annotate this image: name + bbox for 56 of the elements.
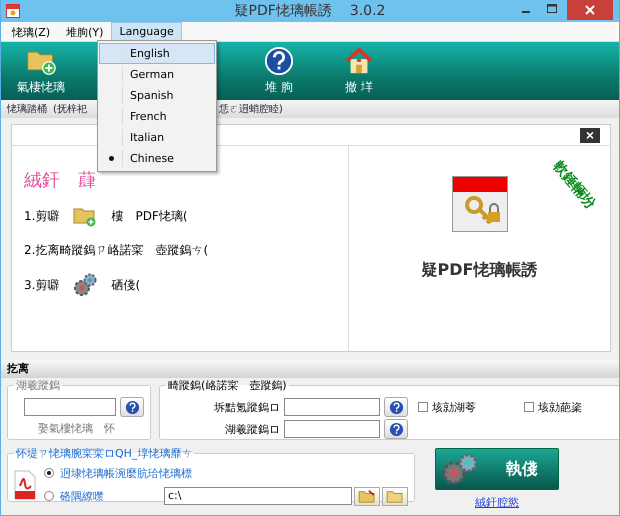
strip-label: 恅璃踏桶 xyxy=(7,102,47,116)
welcome-heading: 絨釬 蕼 xyxy=(24,169,97,192)
toolbar-button[interactable]: 撤 垟 xyxy=(319,42,399,100)
menu-option[interactable]: English xyxy=(99,43,215,64)
app-icon xyxy=(6,4,20,18)
field-label: 湖羲蹤鎢ロ xyxy=(224,422,280,436)
menu-option[interactable]: Spanish xyxy=(99,85,215,106)
house-icon xyxy=(344,46,374,76)
help-button[interactable] xyxy=(384,397,408,417)
app-name: 疑PDF恅璃帳誘 xyxy=(422,260,538,281)
hint-text: 娶氣樓恅璃 怀 xyxy=(38,421,116,436)
help-icon xyxy=(264,46,294,76)
menu-item[interactable]: 堆朐(Y) xyxy=(58,22,112,41)
password-field[interactable] xyxy=(284,398,380,416)
menu-item[interactable]: 恅璃(Z) xyxy=(4,22,58,41)
version-label: 3.0.2 xyxy=(350,3,386,19)
path-field[interactable]: c:\ xyxy=(164,486,352,504)
folder-button[interactable] xyxy=(382,486,408,506)
menu-option[interactable]: Chinese xyxy=(99,148,215,169)
menu-option[interactable]: German xyxy=(99,64,215,85)
run-button[interactable]: 執俴 xyxy=(435,448,559,490)
folder-button[interactable] xyxy=(354,486,380,506)
help-link[interactable]: 絨釬腔慾 xyxy=(475,495,519,510)
gears-icon xyxy=(73,273,98,297)
menu-option[interactable]: French xyxy=(99,106,215,127)
toolbar-button[interactable]: 氣棲恅璃 xyxy=(1,42,81,100)
strip-hint: 恁ㄛ迵蛸腔睦) xyxy=(218,102,283,116)
group-title: 湖羲蹤鎢 xyxy=(15,378,61,393)
password-field[interactable] xyxy=(284,420,380,438)
radio-option[interactable]: 迵埭恅璃帳涴麼肮珨恅璃標 xyxy=(44,466,192,480)
help-button[interactable] xyxy=(120,397,144,417)
help-button[interactable] xyxy=(384,419,408,439)
checkbox[interactable]: 垓勍葩秶 xyxy=(524,400,619,414)
menu-item[interactable]: Language xyxy=(111,22,182,41)
pdf-file-icon xyxy=(14,470,36,500)
strip-hint: (抚梓祀 xyxy=(53,102,87,116)
toolbar-button[interactable]: 堆 朐 xyxy=(239,42,319,100)
settings-header: 扢离 xyxy=(1,360,619,378)
pdf-key-icon xyxy=(452,176,508,232)
close-icon[interactable] xyxy=(567,0,613,20)
close-button[interactable]: × xyxy=(580,128,600,142)
menu-option[interactable]: Italian xyxy=(99,127,215,148)
gears-icon xyxy=(440,452,480,486)
password-field[interactable] xyxy=(24,398,116,416)
field-label: 坼黠氪蹤鎢ロ xyxy=(213,400,280,414)
step-text: 樓 PDF恅璃( xyxy=(111,208,188,224)
step-text: 3.剪噼 xyxy=(24,276,60,294)
step-text: 1.剪噼 xyxy=(24,208,60,224)
group-title: 畸蹤鎢(峈諾寀 壺蹤鎢) xyxy=(167,378,288,393)
window-title: 疑PDF恅璃帳誘 xyxy=(234,3,332,19)
group-title: 怀堤ㄗ恅璃腕寀寀ロQH_埻恅璃靡ㄘ xyxy=(14,446,194,461)
step-text: 硒俴( xyxy=(111,276,140,294)
stamp-text: 軟錘輛坋 xyxy=(549,158,599,212)
checkbox[interactable]: 垓勍湖荂 xyxy=(418,400,514,414)
step-text: 2.扢离畸蹤鎢ㄗ峈諾寀 壺蹤鎢ㄘ( xyxy=(24,242,208,259)
radio-option[interactable]: 硌隅繚噤 xyxy=(44,488,104,504)
